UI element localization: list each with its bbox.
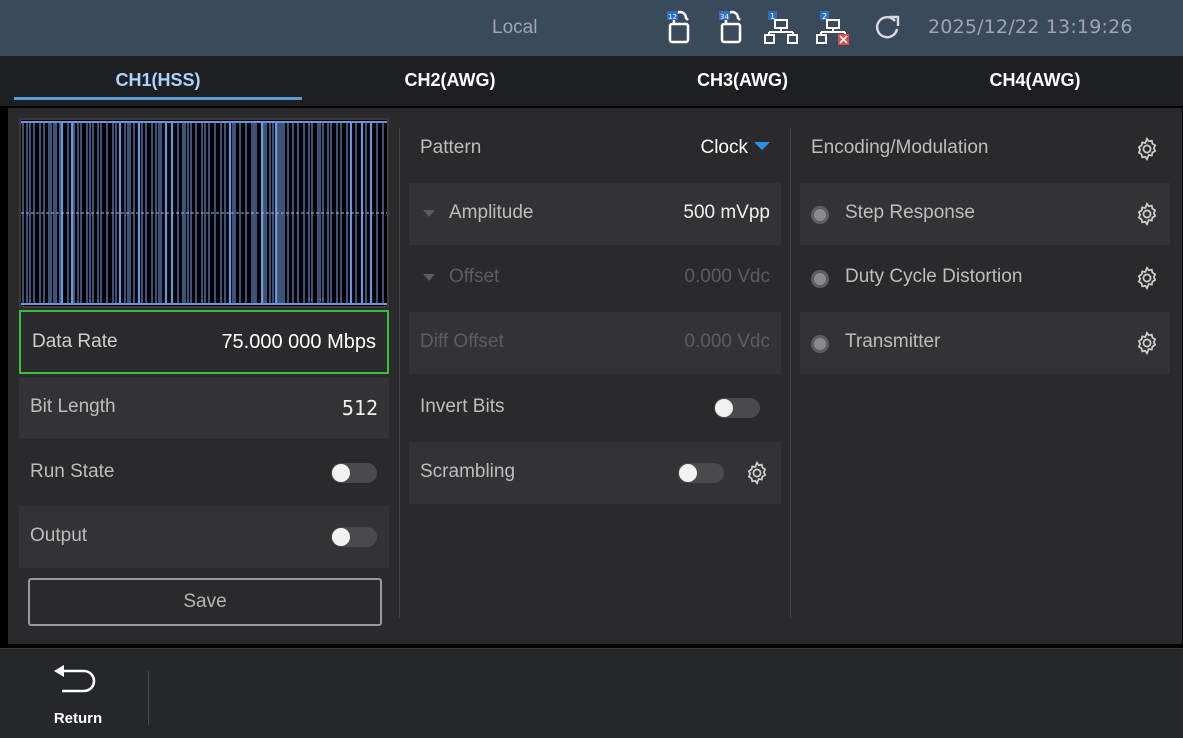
transmitter-row[interactable]: Transmitter [800, 312, 1170, 374]
tab-ch4[interactable]: CH4(AWG) [890, 56, 1180, 106]
invert-bits-label: Invert Bits [420, 396, 505, 417]
step-response-row[interactable]: Step Response [800, 183, 1170, 245]
tab-ch3[interactable]: CH3(AWG) [600, 56, 885, 106]
invert-bits-toggle[interactable] [714, 398, 760, 418]
column-divider-right [790, 128, 791, 618]
amplitude-row[interactable]: Amplitude 500 mVpp [409, 183, 781, 245]
run-state-row: Run State [19, 442, 389, 504]
datetime: 2025/12/22 13:19:26 [928, 16, 1133, 38]
output-toggle[interactable] [331, 527, 377, 547]
tab-ch1[interactable]: CH1(HSS) [14, 56, 302, 106]
encoding-row: Encoding/Modulation [800, 118, 1170, 180]
data-rate-value: 75.000 000 Mbps [221, 331, 376, 353]
duty-cycle-distortion-gear-icon[interactable] [1134, 265, 1160, 291]
offset-value: 0.000 Vdc [684, 266, 770, 287]
return-button[interactable]: Return [40, 661, 116, 733]
duty-cycle-distortion-row[interactable]: Duty Cycle Distortion [800, 247, 1170, 309]
bit-length-value: 512 [341, 396, 378, 420]
return-arrow-icon [54, 665, 96, 693]
diff-offset-row[interactable]: Diff Offset 0.000 Vdc [409, 312, 781, 374]
channel-34-lock-icon[interactable]: 34 [716, 10, 750, 46]
tab-active-underline [14, 97, 302, 100]
transmitter-gear-icon[interactable] [1134, 330, 1160, 356]
bottom-bar: Return [0, 648, 1183, 738]
icon-badge-12: 12 [668, 13, 677, 21]
pattern-row[interactable]: Pattern Clock [409, 118, 781, 180]
refresh-circle-icon[interactable] [870, 10, 904, 46]
duty-cycle-distortion-label: Duty Cycle Distortion [845, 266, 1023, 287]
amplitude-value: 500 mVpp [683, 202, 770, 223]
pattern-select[interactable]: Clock [700, 137, 770, 159]
data-rate-label: Data Rate [32, 331, 118, 352]
tab-ch4-label: CH4(AWG) [989, 70, 1081, 90]
transmitter-label: Transmitter [845, 331, 941, 352]
step-response-radio[interactable] [811, 206, 829, 224]
step-response-label: Step Response [845, 202, 975, 223]
tab-ch2[interactable]: CH2(AWG) [310, 56, 590, 106]
tab-ch1-label: CH1(HSS) [115, 70, 201, 90]
scrambling-toggle[interactable] [678, 463, 724, 483]
scrambling-label: Scrambling [420, 461, 516, 482]
network-1-icon[interactable]: 1 [764, 10, 798, 46]
icon-badge-34: 34 [720, 13, 729, 21]
waveform-plot [21, 121, 387, 305]
collapse-caret-icon [423, 210, 435, 217]
bit-length-label: Bit Length [30, 396, 116, 417]
pattern-value: Clock [700, 137, 748, 158]
run-state-toggle[interactable] [331, 463, 377, 483]
offset-row[interactable]: Offset 0.000 Vdc [409, 247, 781, 309]
waveform-preview [19, 118, 389, 308]
output-row: Output [19, 506, 389, 568]
network-2-disconnected-icon[interactable]: 2 [816, 10, 850, 46]
mode-indicator: Local [492, 17, 538, 38]
status-bar: Local 12 34 1 2 2025/12/22 13:19:26 [0, 0, 1183, 56]
diff-offset-label: Diff Offset [420, 331, 504, 352]
column-divider-left [399, 128, 400, 618]
bottom-separator [148, 671, 149, 725]
dropdown-caret-icon [754, 142, 770, 150]
save-button[interactable]: Save [28, 578, 382, 626]
tab-ch2-label: CH2(AWG) [404, 70, 496, 90]
pattern-label: Pattern [420, 137, 482, 158]
channel-12-lock-icon[interactable]: 12 [664, 10, 698, 46]
data-rate-field[interactable]: Data Rate 75.000 000 Mbps [19, 310, 389, 374]
diff-offset-value: 0.000 Vdc [684, 331, 770, 352]
amplitude-label: Amplitude [449, 202, 534, 223]
return-label: Return [53, 710, 103, 727]
collapse-caret-icon [423, 274, 435, 281]
channel-tabs: CH1(HSS) CH2(AWG) CH3(AWG) CH4(AWG) [0, 56, 1183, 106]
run-state-label: Run State [30, 461, 115, 482]
output-label: Output [30, 525, 88, 546]
encoding-label: Encoding/Modulation [811, 137, 989, 158]
scrambling-gear-icon[interactable] [744, 460, 770, 486]
encoding-gear-icon[interactable] [1134, 136, 1160, 162]
scrambling-row: Scrambling [409, 442, 781, 504]
offset-label: Offset [449, 266, 500, 287]
transmitter-radio[interactable] [811, 335, 829, 353]
tab-ch3-label: CH3(AWG) [697, 70, 788, 90]
bit-length-field[interactable]: Bit Length 512 [19, 377, 389, 439]
duty-cycle-distortion-radio[interactable] [811, 270, 829, 288]
step-response-gear-icon[interactable] [1134, 201, 1160, 227]
invert-bits-row: Invert Bits [409, 377, 781, 439]
